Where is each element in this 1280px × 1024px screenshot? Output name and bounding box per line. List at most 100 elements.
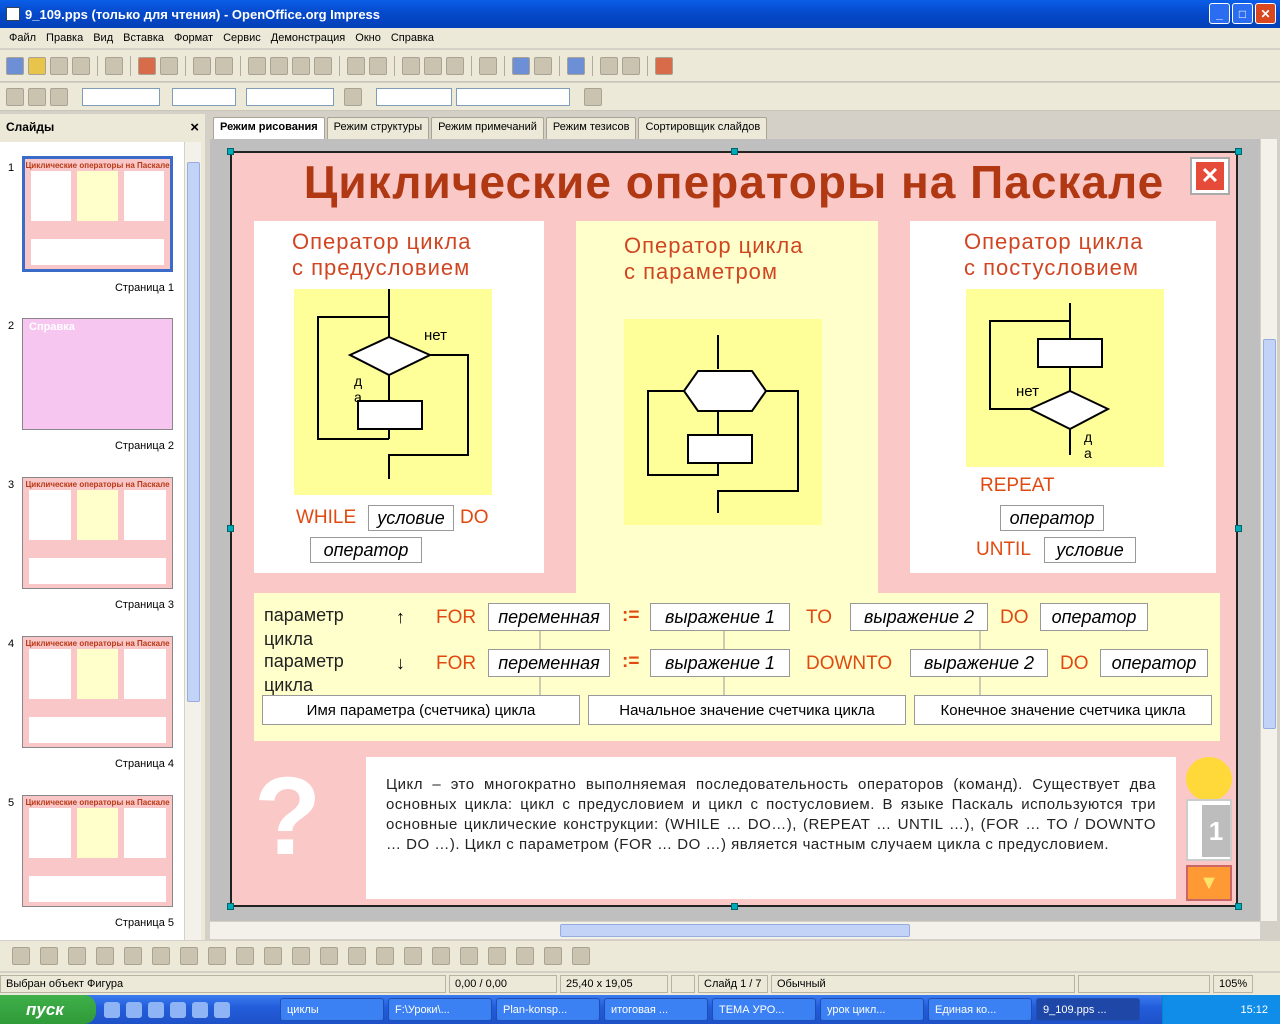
rotate-icon[interactable] (488, 947, 506, 965)
print-icon[interactable] (160, 56, 178, 75)
slideshow-icon[interactable] (655, 56, 673, 75)
paste-icon[interactable] (292, 56, 310, 75)
navigator-icon[interactable] (512, 56, 530, 75)
text-icon[interactable] (152, 947, 170, 965)
menu-view[interactable]: Вид (88, 32, 118, 44)
zoom-icon[interactable] (534, 56, 552, 75)
firefox-icon[interactable] (126, 1001, 142, 1018)
flowchart-icon[interactable] (320, 947, 338, 965)
work-area-hscroll[interactable] (210, 921, 1260, 939)
autospell-icon[interactable] (215, 56, 233, 75)
draw-line-icon[interactable] (40, 947, 58, 965)
curve-icon[interactable] (180, 947, 198, 965)
chart-icon[interactable] (402, 56, 420, 75)
task-button[interactable]: ТЕМА УРО... (712, 998, 816, 1021)
export-pdf-icon[interactable] (138, 56, 156, 75)
close-window-button[interactable]: ✕ (1255, 3, 1276, 24)
slide-thumbnail-4[interactable]: Циклические операторы на Паскале (22, 636, 173, 748)
zoom-slider[interactable] (1078, 975, 1210, 993)
work-area-vscroll[interactable] (1260, 139, 1277, 921)
help-icon[interactable] (567, 56, 585, 75)
block-arrows-icon[interactable] (292, 947, 310, 965)
email-icon[interactable] (72, 56, 90, 75)
draw-arrow-icon[interactable] (68, 947, 86, 965)
selection-handle[interactable] (1235, 148, 1242, 155)
open-folder-icon[interactable] (28, 56, 46, 75)
line-color-select[interactable] (246, 87, 334, 106)
callouts-icon[interactable] (348, 947, 366, 965)
points-icon[interactable] (404, 947, 422, 965)
ellipse-icon[interactable] (124, 947, 142, 965)
shadow-icon[interactable] (584, 87, 602, 106)
minimize-button[interactable]: _ (1209, 3, 1230, 24)
work-area-vscroll-thumb[interactable] (1263, 339, 1276, 729)
arrow-style-icon[interactable] (28, 87, 46, 106)
maximize-button[interactable]: □ (1232, 3, 1253, 24)
stars-icon[interactable] (376, 947, 394, 965)
slide-design-icon[interactable] (600, 56, 618, 75)
line-icon[interactable] (6, 87, 24, 106)
selection-handle[interactable] (227, 148, 234, 155)
next-slide-button[interactable]: ▼ (1186, 865, 1232, 901)
line-style-select[interactable] (82, 87, 160, 106)
menu-format[interactable]: Формат (169, 32, 218, 44)
slides-panel-scrollbar[interactable] (184, 142, 201, 940)
task-button[interactable]: урок цикл... (820, 998, 924, 1021)
tab-outline[interactable]: Режим структуры (326, 117, 430, 139)
task-button[interactable]: Plan-konsp... (496, 998, 600, 1021)
grid-icon[interactable] (479, 56, 497, 75)
desktop-icon[interactable] (214, 1001, 230, 1018)
hyperlink-icon[interactable] (446, 56, 464, 75)
rectangle-icon[interactable] (96, 947, 114, 965)
tab-handout[interactable]: Режим тезисов (545, 117, 637, 139)
arrange-icon[interactable] (544, 947, 562, 965)
start-button[interactable]: пуск (0, 995, 96, 1024)
menu-window[interactable]: Окно (350, 32, 386, 44)
selection-handle[interactable] (227, 525, 234, 532)
status-zoom[interactable]: 105% (1213, 975, 1253, 993)
menu-insert[interactable]: Вставка (118, 32, 169, 44)
opera-icon[interactable] (148, 1001, 164, 1018)
selection-handle[interactable] (227, 903, 234, 910)
align-icon[interactable] (516, 947, 534, 965)
slides-panel-scroll-thumb[interactable] (187, 162, 200, 702)
new-document-icon[interactable] (6, 56, 24, 75)
slide-canvas[interactable]: Циклические операторы на Паскале ✕ Опера… (230, 151, 1238, 907)
symbol-shapes-icon[interactable] (264, 947, 282, 965)
tab-notes[interactable]: Режим примечаний (431, 117, 544, 139)
tab-slide-sorter[interactable]: Сортировщик слайдов (638, 117, 768, 139)
slide-layout-icon[interactable] (622, 56, 640, 75)
menu-edit[interactable]: Правка (41, 32, 88, 44)
selection-handle[interactable] (1235, 525, 1242, 532)
edit-file-icon[interactable] (105, 56, 123, 75)
slide-close-button[interactable]: ✕ (1190, 157, 1230, 195)
messenger-icon[interactable] (170, 1001, 186, 1018)
question-mark-icon[interactable]: ? (254, 753, 321, 880)
format-paintbrush-icon[interactable] (314, 56, 332, 75)
fontwork-icon[interactable] (432, 947, 450, 965)
work-area-hscroll-thumb[interactable] (560, 924, 910, 937)
copy-icon[interactable] (270, 56, 288, 75)
slide-work-area[interactable]: Циклические операторы на Паскале ✕ Опера… (210, 139, 1260, 921)
slide-thumbnail-1[interactable]: Циклические операторы на Паскале (22, 156, 173, 272)
fill-color-select[interactable] (456, 87, 570, 106)
select-arrow-icon[interactable] (12, 947, 30, 965)
task-button[interactable]: 9_109.pps ... (1036, 998, 1140, 1021)
task-button[interactable]: циклы (280, 998, 384, 1021)
connector-icon[interactable] (208, 947, 226, 965)
slide-thumbnail-5[interactable]: Циклические операторы на Паскале (22, 795, 173, 907)
task-button[interactable]: Единая ко... (928, 998, 1032, 1021)
slide-thumbnail-3[interactable]: Циклические операторы на Паскале (22, 477, 173, 589)
smiley-reader-icon[interactable] (1186, 757, 1232, 801)
fill-type-select[interactable] (376, 87, 452, 106)
slide-thumbnail-2[interactable]: Справка (22, 318, 173, 430)
save-icon[interactable] (50, 56, 68, 75)
menu-tools[interactable]: Сервис (218, 32, 266, 44)
undo-icon[interactable] (347, 56, 365, 75)
cut-icon[interactable] (248, 56, 266, 75)
menu-file[interactable]: Файл (4, 32, 41, 44)
basic-shapes-icon[interactable] (236, 947, 254, 965)
arrowhead-icon[interactable] (50, 87, 68, 106)
selection-handle[interactable] (731, 148, 738, 155)
selection-handle[interactable] (1235, 903, 1242, 910)
